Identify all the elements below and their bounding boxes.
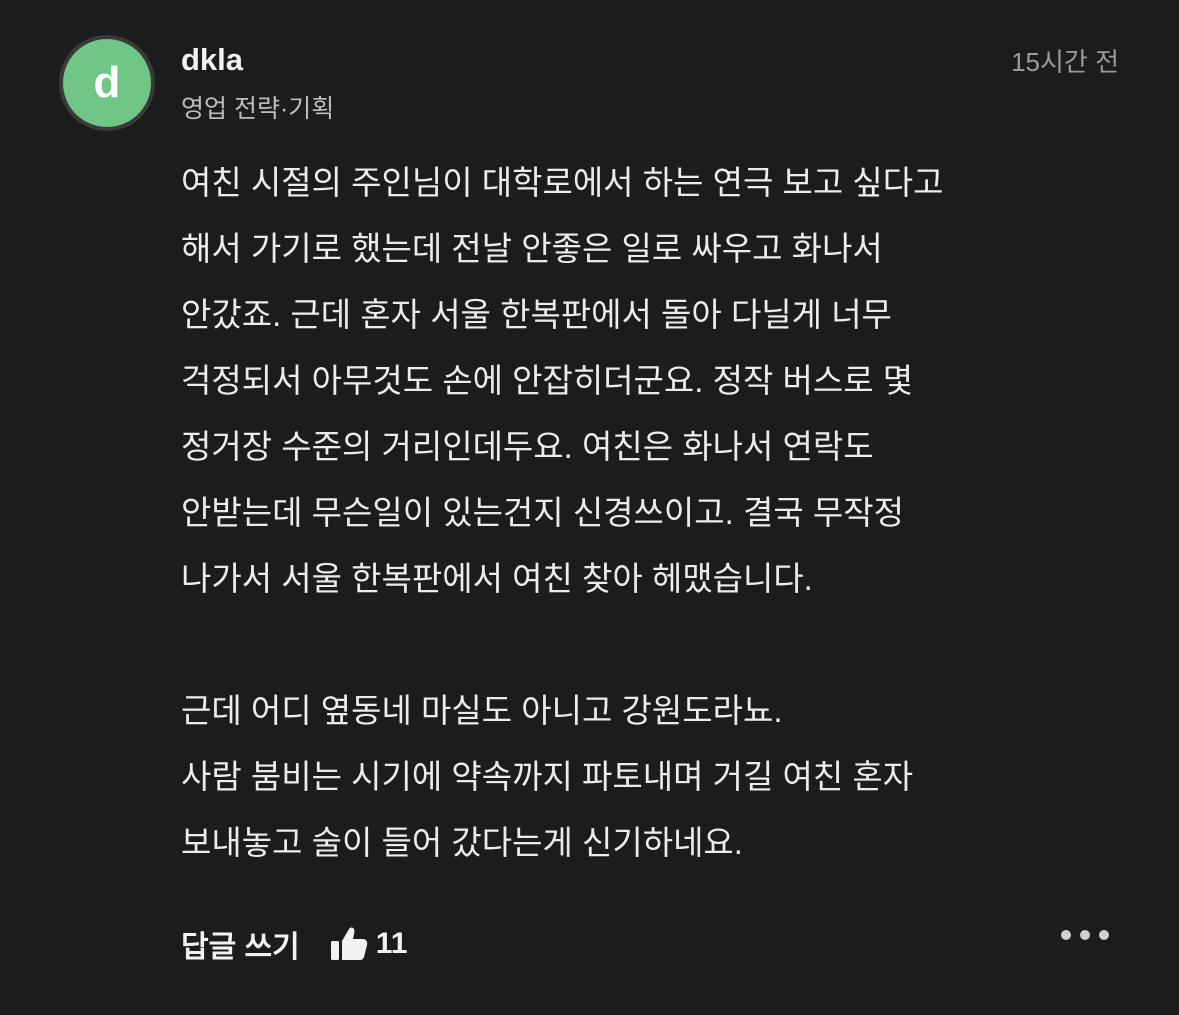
timestamp: 15시간 전 [1011,47,1119,77]
user-job: 영업 전략·기획 [181,95,335,123]
comment-footer: 답글 쓰기 11 [181,922,407,966]
avatar[interactable]: d [59,35,155,131]
like-button[interactable]: 11 [330,926,408,962]
more-options-button[interactable] [1061,930,1109,940]
avatar-letter: d [93,58,121,107]
comment-body: 여친 시절의 주인님이 대학로에서 하는 연극 보고 싶다고 해서 가기로 했는… [181,150,1121,876]
comment-paragraph: 여친 시절의 주인님이 대학로에서 하는 연극 보고 싶다고 해서 가기로 했는… [181,164,944,597]
more-icon [1061,930,1071,940]
like-count: 11 [375,927,408,960]
reply-button[interactable]: 답글 쓰기 [181,922,300,966]
username[interactable]: dkla [181,42,243,78]
comment-paragraph: 근데 어디 옆동네 마실도 아니고 강원도라뇨. 사람 붐비는 시기에 약속까지… [181,692,914,861]
thumbs-up-icon [330,926,368,962]
more-icon [1099,930,1109,940]
more-icon [1080,930,1090,940]
